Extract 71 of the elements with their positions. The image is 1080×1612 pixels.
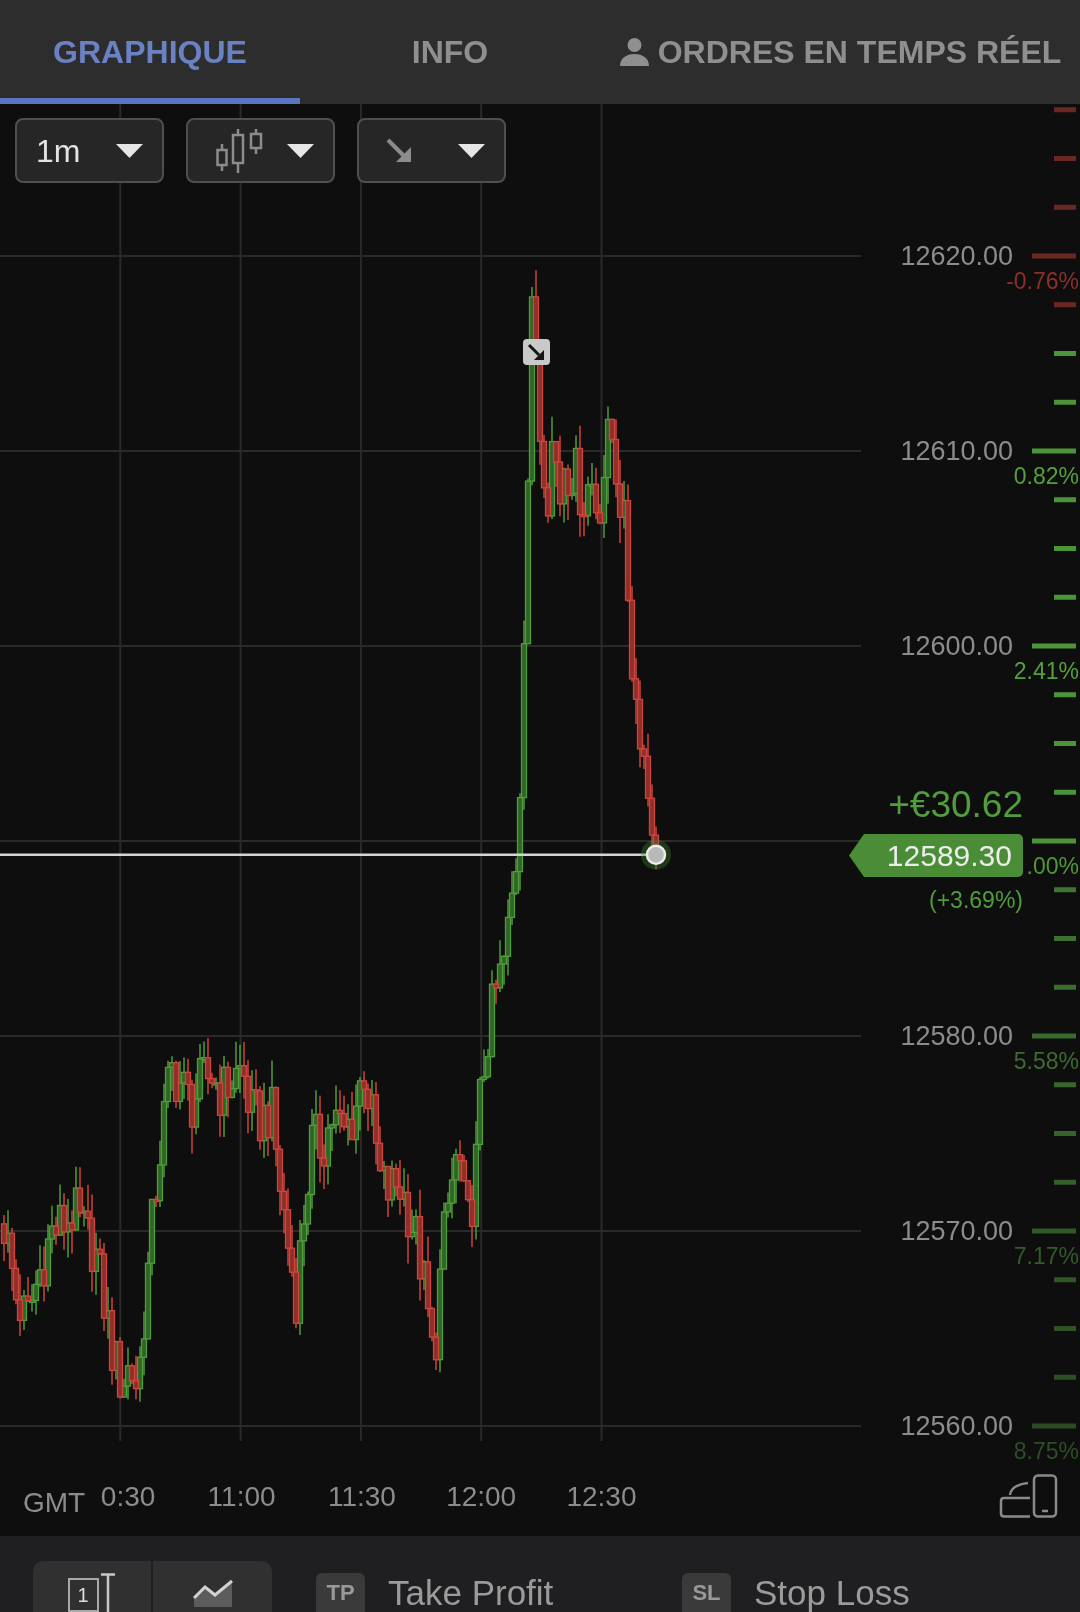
scale-tick xyxy=(1054,887,1076,893)
percent-change-label: 8.75% xyxy=(1013,1438,1079,1464)
percent-change-label: 0.82% xyxy=(1013,463,1079,489)
timezone-label: GMT xyxy=(23,1487,86,1519)
profit-amount: +€30.62 xyxy=(888,784,1023,826)
scale-tick xyxy=(1054,302,1076,308)
scale-tick xyxy=(1032,1423,1076,1429)
scale-tick xyxy=(1054,1277,1076,1283)
person-icon xyxy=(618,37,650,66)
price-axis-label: 12610.00 xyxy=(900,435,1013,467)
percent-change-label: 2.41% xyxy=(1013,658,1079,684)
time-axis-label: 11:30 xyxy=(327,1481,396,1513)
scale-tick xyxy=(1054,107,1076,113)
interval-dropdown[interactable]: 1m xyxy=(15,118,164,183)
scale-tick xyxy=(1032,253,1076,259)
time-axis-label: 12:30 xyxy=(566,1481,637,1513)
take-profit-button[interactable]: TP Take Profit xyxy=(316,1573,554,1612)
scale-tick xyxy=(1032,448,1076,454)
percent-change-label: 7.17% xyxy=(1013,1243,1079,1269)
stop-loss-button[interactable]: SL Stop Loss xyxy=(682,1573,910,1612)
time-axis-label: 12:00 xyxy=(446,1481,517,1513)
profit-percent: (+3.69%) xyxy=(929,887,1023,913)
tab[interactable]: ORDRES EN TEMPS RÉEL xyxy=(600,0,1080,104)
time-axis-label: 11:00 xyxy=(207,1481,276,1513)
price-axis-label: 12600.00 xyxy=(900,630,1013,662)
scale-tick xyxy=(1054,1131,1076,1136)
scale-tick xyxy=(1054,497,1076,503)
scale-tick xyxy=(1054,741,1076,746)
line-chart-icon xyxy=(192,1578,233,1608)
price-tag: 12589.30 xyxy=(849,834,1023,877)
arrow-marker-icon xyxy=(523,339,550,365)
percent-change-label: 5.58% xyxy=(1013,1048,1079,1074)
caret-icon xyxy=(458,143,485,158)
scale-tick xyxy=(1032,838,1076,844)
scale-tick xyxy=(1054,594,1076,600)
line-chart-button[interactable] xyxy=(153,1561,272,1612)
caret-icon xyxy=(287,143,314,158)
scale-tick xyxy=(1032,643,1076,649)
current-price-dot xyxy=(641,839,671,870)
order-badge: TP xyxy=(316,1573,365,1612)
chart-type-dropdown[interactable] xyxy=(186,118,335,183)
scale-tick xyxy=(1054,399,1076,405)
scale-tick xyxy=(1054,156,1076,161)
tab[interactable]: INFO xyxy=(300,0,600,104)
diagonal-arrow-icon xyxy=(386,138,413,163)
drawing-tool-dropdown[interactable] xyxy=(357,118,506,183)
scale-tick xyxy=(1032,1033,1076,1039)
scale-tick xyxy=(1054,1082,1076,1088)
candlestick-icon xyxy=(216,127,263,174)
scale-tick xyxy=(1054,984,1076,990)
scale-tick xyxy=(1054,789,1076,795)
price-axis-label: 12560.00 xyxy=(900,1410,1013,1442)
scale-tick xyxy=(1032,1228,1076,1234)
price-axis-label: 12580.00 xyxy=(900,1020,1013,1052)
scale-tick xyxy=(1054,1179,1076,1185)
percent-change-label: .00% xyxy=(1026,853,1079,879)
rotate-device-icon[interactable] xyxy=(999,1474,1058,1518)
order-badge: SL xyxy=(682,1573,731,1612)
text-cursor-icon xyxy=(98,1573,117,1612)
counter-button[interactable]: 1 xyxy=(33,1561,151,1612)
scale-tick xyxy=(1054,692,1076,698)
scale-tick xyxy=(1054,1326,1076,1331)
scale-tick xyxy=(1054,546,1076,551)
count-label: 1 xyxy=(67,1578,99,1612)
scale-tick xyxy=(1054,936,1076,941)
scale-tick xyxy=(1054,1374,1076,1380)
caret-icon xyxy=(116,143,143,158)
scale-tick xyxy=(1054,351,1076,356)
scale-tick xyxy=(1054,204,1076,210)
time-axis-label: 0:30 xyxy=(100,1481,156,1513)
price-axis-label: 12570.00 xyxy=(900,1215,1013,1247)
